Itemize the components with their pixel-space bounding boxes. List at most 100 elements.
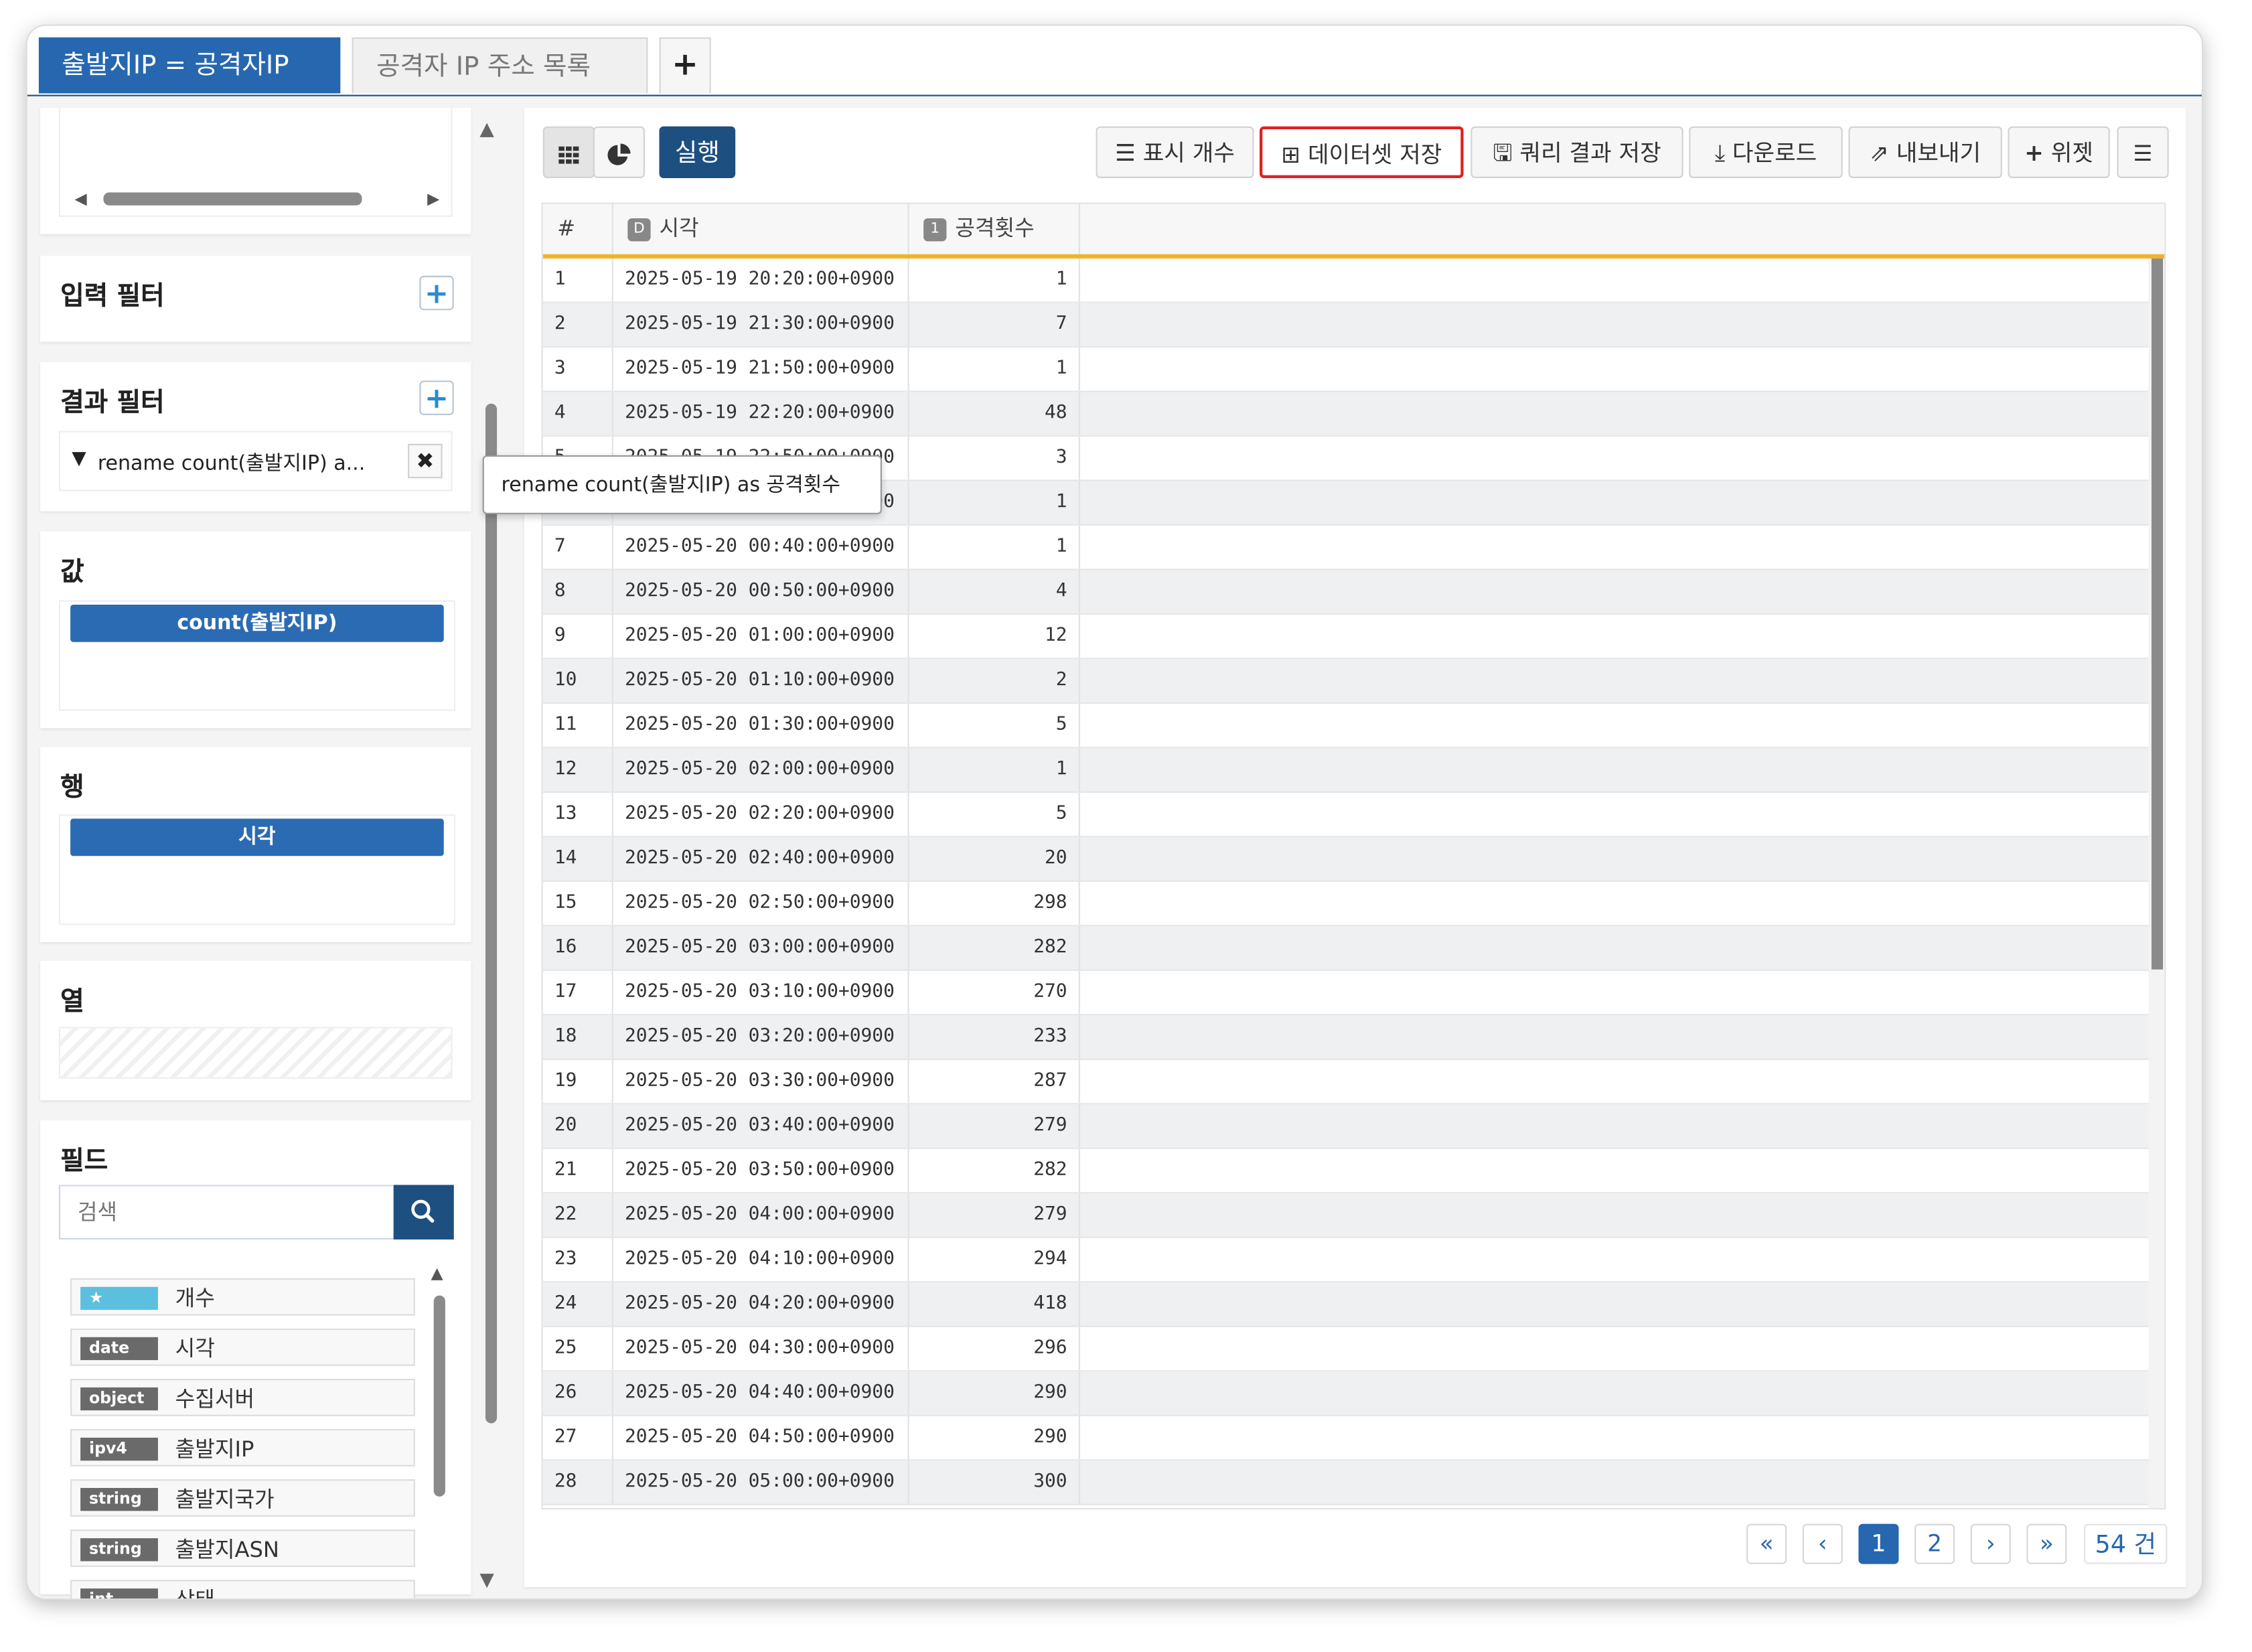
table-row[interactable]: 12 2025-05-20 02:00:00+0900 1: [542, 748, 2149, 793]
horizontal-scrollbar[interactable]: ◀ ▶: [72, 188, 442, 208]
attack-count-cell: 296: [909, 1327, 1080, 1371]
remove-result-filter-button[interactable]: ✖: [408, 443, 443, 479]
pager-next-button[interactable]: ›: [1970, 1523, 2011, 1564]
table-row[interactable]: 11 2025-05-20 01:30:00+0900 5: [542, 703, 2149, 749]
scroll-left-icon[interactable]: ◀: [75, 190, 87, 208]
time-cell: 2025-05-20 04:50:00+0900: [613, 1416, 909, 1460]
list-icon: ☰: [1115, 139, 1136, 167]
time-cell: 2025-05-20 03:00:00+0900: [613, 926, 909, 970]
chart-view-button[interactable]: [593, 126, 646, 178]
scroll-up-icon[interactable]: ▲: [479, 119, 494, 141]
scroll-up-icon[interactable]: ▲: [431, 1264, 443, 1282]
table-row[interactable]: 8 2025-05-20 00:50:00+0900 4: [542, 570, 2149, 615]
table-row[interactable]: 4 2025-05-19 22:20:00+0900 48: [542, 392, 2149, 437]
column-drop-zone[interactable]: [58, 1027, 453, 1079]
field-name: 시각: [175, 1335, 215, 1362]
header-time[interactable]: D 시각: [613, 204, 909, 254]
value-pill-count-source-ip[interactable]: count(출발지IP): [70, 604, 444, 642]
pager-page-2[interactable]: 2: [1915, 1523, 1955, 1564]
query-area[interactable]: ◀ ▶: [58, 107, 453, 217]
pager-page-1[interactable]: 1: [1858, 1523, 1899, 1564]
table-row[interactable]: 16 2025-05-20 03:00:00+0900 282: [542, 926, 2149, 971]
scroll-right-icon[interactable]: ▶: [427, 190, 439, 208]
field-search-button[interactable]: [393, 1185, 454, 1240]
tab-attacker-ip-list[interactable]: 공격자 IP 주소 목록: [352, 37, 648, 94]
field-search-input[interactable]: [58, 1185, 395, 1240]
attack-count-cell: 279: [909, 1193, 1080, 1237]
add-tab-button[interactable]: +: [659, 37, 711, 94]
save-query-result-button[interactable]: 🖫 쿼리 결과 저장: [1471, 126, 1683, 178]
share-icon: ⇗: [1870, 139, 1889, 167]
table-row[interactable]: 24 2025-05-20 04:20:00+0900 418: [542, 1282, 2149, 1327]
field-type-badge: ★: [80, 1286, 158, 1310]
pager-last-button[interactable]: »: [2026, 1523, 2067, 1564]
table-row[interactable]: 9 2025-05-20 01:00:00+0900 12: [542, 614, 2149, 660]
table-row[interactable]: 27 2025-05-20 04:50:00+0900 290: [542, 1416, 2149, 1461]
row-index-cell: 4: [543, 392, 613, 435]
header-index[interactable]: #: [543, 204, 613, 254]
row-index-cell: 24: [543, 1282, 613, 1326]
search-icon: [411, 1199, 435, 1223]
tab-source-ip-equals-attacker-ip[interactable]: 출발지IP = 공격자IP: [38, 37, 341, 94]
save-dataset-button[interactable]: ⊞ 데이터셋 저장: [1259, 126, 1464, 178]
field-item[interactable]: string 출발지ASN: [70, 1529, 415, 1567]
pager-first-button[interactable]: «: [1746, 1523, 1787, 1564]
table-row[interactable]: 18 2025-05-20 03:20:00+0900 233: [542, 1015, 2149, 1060]
table-row[interactable]: 15 2025-05-20 02:50:00+0900 298: [542, 881, 2149, 927]
time-cell: 2025-05-20 01:30:00+0900: [613, 703, 909, 747]
time-cell: 2025-05-20 02:20:00+0900: [613, 792, 909, 836]
table-row[interactable]: 25 2025-05-20 04:30:00+0900 296: [542, 1327, 2149, 1372]
left-panel-scrollbar[interactable]: ▲ ▼: [479, 119, 500, 1591]
result-filter-item[interactable]: ▼ rename count(출발지IP) a... ✖: [58, 431, 453, 492]
grid-view-button[interactable]: [542, 126, 595, 178]
table-row[interactable]: 3 2025-05-19 21:50:00+0900 1: [542, 348, 2149, 392]
attack-count-cell: 12: [909, 614, 1080, 658]
row-index-cell: 18: [543, 1015, 613, 1059]
table-row[interactable]: 20 2025-05-20 03:40:00+0900 279: [542, 1104, 2149, 1149]
widget-button[interactable]: + 위젯: [2008, 126, 2110, 178]
grid-scroll-thumb[interactable]: [2151, 258, 2164, 970]
add-result-filter-button[interactable]: +: [419, 380, 454, 415]
grid-scrollbar[interactable]: [2148, 258, 2165, 1509]
table-row[interactable]: 26 2025-05-20 04:40:00+0900 290: [542, 1371, 2149, 1416]
export-button[interactable]: ⇗ 내보내기: [1848, 126, 2002, 178]
left-panel-scroll-thumb[interactable]: [485, 403, 498, 1424]
table-row[interactable]: 28 2025-05-20 05:00:00+0900 300: [542, 1460, 2149, 1505]
field-list-scroll-thumb[interactable]: [433, 1295, 445, 1497]
row-index-cell: 14: [543, 837, 613, 881]
table-row[interactable]: 22 2025-05-20 04:00:00+0900 279: [542, 1193, 2149, 1238]
field-item[interactable]: ★ 개수: [70, 1278, 415, 1316]
field-item[interactable]: date 시각: [70, 1328, 415, 1366]
pager-prev-button[interactable]: ‹: [1802, 1523, 1843, 1564]
table-row[interactable]: 14 2025-05-20 02:40:00+0900 20: [542, 837, 2149, 882]
table-row[interactable]: 1 2025-05-19 20:20:00+0900 1: [542, 258, 2149, 303]
table-row[interactable]: 2 2025-05-19 21:30:00+0900 7: [542, 303, 2149, 348]
field-list-scrollbar[interactable]: ▲: [431, 1264, 448, 1587]
run-button[interactable]: 실행: [659, 126, 736, 178]
value-panel: 값 count(출발지IP): [40, 531, 471, 729]
table-row[interactable]: 19 2025-05-20 03:30:00+0900 287: [542, 1059, 2149, 1105]
field-item[interactable]: string 출발지국가: [70, 1479, 415, 1517]
column-settings-button[interactable]: ☰: [2117, 126, 2169, 178]
add-input-filter-button[interactable]: +: [419, 275, 454, 311]
attack-count-cell: 1: [909, 258, 1080, 302]
table-row[interactable]: 7 2025-05-20 00:40:00+0900 1: [542, 525, 2149, 571]
horizontal-scroll-thumb[interactable]: [103, 192, 362, 206]
table-row[interactable]: 10 2025-05-20 01:10:00+0900 2: [542, 659, 2149, 704]
display-count-button[interactable]: ☰ 표시 개수: [1096, 126, 1254, 178]
field-item[interactable]: int 상태: [70, 1580, 415, 1599]
field-item[interactable]: object 수집서버: [70, 1379, 415, 1416]
table-row[interactable]: 17 2025-05-20 03:10:00+0900 270: [542, 970, 2149, 1016]
attack-count-cell: 5: [909, 792, 1080, 836]
table-row[interactable]: 13 2025-05-20 02:20:00+0900 5: [542, 792, 2149, 838]
scroll-down-icon[interactable]: ▼: [479, 1570, 494, 1591]
header-attack-count[interactable]: 1 공격횟수: [909, 204, 1080, 254]
attack-count-cell: 20: [909, 837, 1080, 881]
time-cell: 2025-05-20 00:50:00+0900: [613, 570, 909, 613]
download-button[interactable]: ⤓ 다운로드: [1689, 126, 1843, 178]
table-row[interactable]: 21 2025-05-20 03:50:00+0900 282: [542, 1148, 2149, 1194]
row-pill-time[interactable]: 시각: [70, 818, 444, 856]
field-type-badge: int: [80, 1588, 158, 1599]
table-row[interactable]: 23 2025-05-20 04:10:00+0900 294: [542, 1237, 2149, 1283]
field-item[interactable]: ipv4 출발지IP: [70, 1429, 415, 1467]
